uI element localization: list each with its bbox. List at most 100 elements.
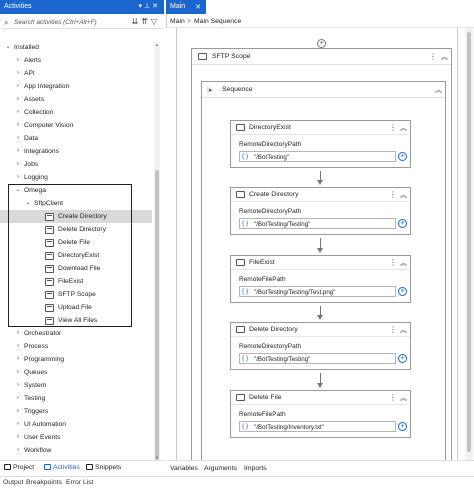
search-input[interactable]: Search activities (Ctrl+Alt+F)	[14, 19, 97, 26]
chevron-right-icon[interactable]: ›	[14, 340, 22, 353]
plus-icon[interactable]: +	[398, 354, 407, 363]
property-input[interactable]: { } "/BotTesting/Testing/Test.png"	[239, 286, 396, 297]
panel-header-controls[interactable]: ▾⊥✕	[139, 2, 161, 10]
activity-card[interactable]: Create Directory ⋮ ︽ RemoteDirectoryPath { }…	[230, 187, 411, 235]
chevron-right-icon[interactable]: ›	[14, 353, 22, 366]
collapse-icon[interactable]: ︽	[400, 325, 407, 335]
more-icon[interactable]: ⋮	[389, 325, 397, 334]
chevron-right-icon[interactable]: ›	[14, 444, 22, 457]
chevron-right-icon[interactable]: ›	[14, 119, 22, 132]
activity-icon	[236, 124, 245, 131]
collapse-all-icon[interactable]: ⇈	[141, 17, 151, 26]
tree-item[interactable]: › API	[0, 67, 152, 80]
activity-card[interactable]: Delete File ⋮ ︽ RemoteFilePath { } "/BotTesti…	[230, 390, 411, 438]
filter-icon[interactable]: ▽	[151, 17, 160, 26]
chevron-right-icon[interactable]: ›	[14, 80, 22, 93]
tree-item[interactable]: › Logging	[0, 171, 152, 184]
chevron-right-icon[interactable]: ›	[14, 392, 22, 405]
tree-item[interactable]: › System	[0, 379, 152, 392]
chevron-right-icon[interactable]: ›	[14, 132, 22, 145]
tree-item[interactable]: ⌄ Installed	[0, 41, 152, 54]
tree-item[interactable]: › Triggers	[0, 405, 152, 418]
close-icon[interactable]: ✕	[152, 3, 160, 10]
more-icon[interactable]: ⋮	[389, 123, 397, 132]
tree-item[interactable]: › Process	[0, 340, 152, 353]
plus-icon[interactable]: +	[317, 39, 326, 48]
collapse-icon[interactable]: ︽	[400, 393, 407, 403]
chevron-right-icon[interactable]: ›	[14, 379, 22, 392]
more-icon[interactable]: ⋮	[429, 52, 437, 61]
tab-error-list[interactable]: Error List	[66, 479, 94, 486]
chevron-right-icon[interactable]: ›	[14, 67, 22, 80]
more-icon[interactable]: ⋮	[389, 258, 397, 267]
chevron-right-icon[interactable]: ›	[14, 431, 22, 444]
tree-item[interactable]: › Testing	[0, 392, 152, 405]
chevron-right-icon[interactable]: ›	[14, 405, 22, 418]
tab-imports[interactable]: Imports	[244, 465, 267, 472]
tree-item[interactable]: › UI Automation	[0, 418, 152, 431]
tab-arguments[interactable]: Arguments	[204, 465, 237, 472]
chevron-right-icon[interactable]: ›	[14, 171, 22, 184]
collapse-icon[interactable]: ︽	[400, 123, 407, 133]
tab-output[interactable]: Output	[3, 479, 23, 486]
tab-snippets[interactable]: Snippets	[86, 464, 121, 471]
property-label: RemoteFilePath	[239, 276, 286, 283]
chevron-right-icon[interactable]: ›	[14, 145, 22, 158]
tree-item[interactable]: › App Integration	[0, 80, 152, 93]
scroll-up-icon[interactable]: ▲	[154, 42, 160, 47]
property-input[interactable]: { } "/BotTesting/Testing"	[239, 218, 396, 229]
tree-item[interactable]: › Integrations	[0, 145, 152, 158]
collapse-icon[interactable]: ︽	[400, 258, 407, 268]
breadcrumb-main[interactable]: Main	[170, 18, 185, 25]
collapse-icon[interactable]: ︽	[435, 85, 442, 95]
plus-icon[interactable]: +	[398, 287, 407, 296]
tab-variables[interactable]: Variables	[170, 465, 198, 472]
property-input[interactable]: { } "/BotTesting"	[239, 151, 396, 162]
chevron-right-icon[interactable]: ›	[14, 106, 22, 119]
close-icon[interactable]: ✕	[195, 3, 201, 11]
search-tools: ⇊⇈▽	[131, 17, 160, 26]
tree-item[interactable]: › Queues	[0, 366, 152, 379]
tab-activities[interactable]: Activities	[44, 464, 80, 471]
pin-icon[interactable]: ⊥	[144, 3, 152, 10]
activity-card[interactable]: DirectoryExist ⋮ ︽ RemoteDirectoryPath { } "/…	[230, 120, 411, 168]
designer-canvas[interactable]: + SFTP Scope ⋮ ︽ ⁞▸ Sequence ︽ Directory…	[166, 28, 465, 460]
more-icon[interactable]: ⋮	[389, 393, 397, 402]
designer-scrollbar[interactable]	[465, 28, 473, 460]
property-input[interactable]: { } "/BotTesting/Testing"	[239, 353, 396, 364]
tree-item[interactable]: › User Events	[0, 431, 152, 444]
collapse-icon[interactable]: ︽	[441, 52, 448, 62]
plus-icon[interactable]: +	[398, 152, 407, 161]
expand-all-icon[interactable]: ⇊	[131, 17, 141, 26]
scrollbar-thumb[interactable]	[155, 170, 159, 460]
chevron-right-icon[interactable]: ›	[14, 366, 22, 379]
tree-item[interactable]: › Programming	[0, 353, 152, 366]
tab-breakpoints[interactable]: Breakpoints	[26, 479, 62, 486]
activity-card[interactable]: FileExist ⋮ ︽ RemoteFilePath { } "/BotTesting…	[230, 255, 411, 303]
breadcrumb-main-sequence[interactable]: Main Sequence	[194, 18, 241, 25]
activities-scrollbar[interactable]: ▲ ▼	[154, 42, 160, 460]
tree-item[interactable]: › Data	[0, 132, 152, 145]
tree-item[interactable]: › Alerts	[0, 54, 152, 67]
scrollbar-thumb[interactable]	[467, 32, 471, 452]
tree-item[interactable]: › Workflow	[0, 444, 152, 457]
chevron-right-icon[interactable]: ›	[14, 158, 22, 171]
chevron-right-icon[interactable]: ›	[14, 418, 22, 431]
activity-card[interactable]: Delete Directory ⋮ ︽ RemoteDirectoryPath { }…	[230, 322, 411, 370]
tab-project[interactable]: Project	[4, 464, 34, 471]
chevron-right-icon[interactable]: ›	[14, 54, 22, 67]
tab-main[interactable]: Main ✕	[166, 0, 206, 14]
tree-item[interactable]: › Assets	[0, 93, 152, 106]
tree-item[interactable]: › Collection	[0, 106, 152, 119]
more-icon[interactable]: ⋮	[389, 190, 397, 199]
chevron-right-icon[interactable]: ›	[14, 327, 22, 340]
tree-item[interactable]: › Computer Vision	[0, 119, 152, 132]
plus-icon[interactable]: +	[398, 219, 407, 228]
property-input[interactable]: { } "/BotTesting/Inventory.txt"	[239, 421, 396, 432]
tree-item[interactable]: › Jobs	[0, 158, 152, 171]
chevron-right-icon[interactable]: ›	[14, 93, 22, 106]
chevron-down-icon[interactable]: ⌄	[4, 41, 12, 54]
plus-icon[interactable]: +	[398, 422, 407, 431]
collapse-icon[interactable]: ︽	[400, 190, 407, 200]
tree-item[interactable]: › Orchestrator	[0, 327, 152, 340]
